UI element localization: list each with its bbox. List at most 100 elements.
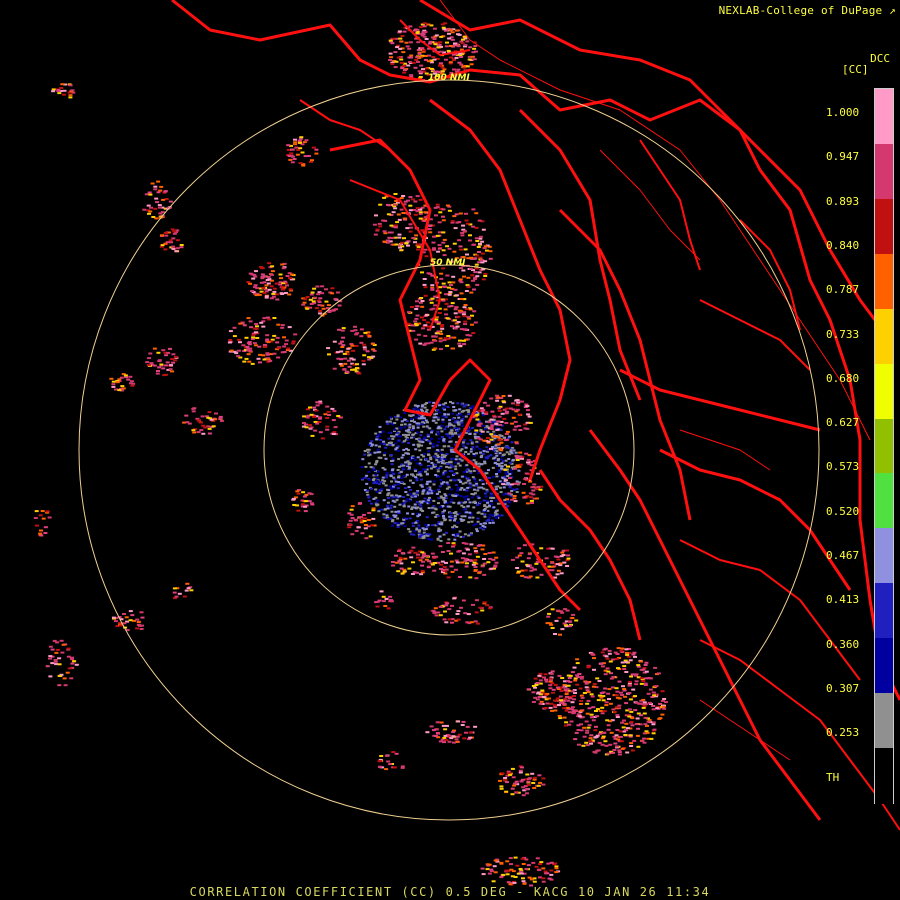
echo-pixel [418, 527, 421, 530]
echo-pixel [627, 708, 632, 711]
echo-pixel [379, 456, 383, 459]
echo-pixel [627, 692, 632, 694]
echo-pixel [454, 458, 458, 461]
echo-pixel [374, 444, 378, 447]
echo-pixel [407, 505, 411, 508]
echo-pixel [564, 693, 569, 696]
echo-pixel [397, 475, 401, 478]
echo-pixel [317, 301, 322, 303]
echo-pixel [492, 506, 496, 509]
echo-pixel [652, 728, 657, 731]
echo-pixel [139, 611, 144, 614]
echo-pixel [207, 432, 212, 435]
echo-pixel [128, 619, 133, 622]
radar-map[interactable] [0, 0, 900, 900]
echo-pixel [597, 680, 602, 682]
echo-pixel [660, 713, 665, 716]
echo-pixel [516, 401, 521, 404]
echo-pixel [497, 409, 502, 412]
echo-pixel [434, 463, 437, 466]
echo-pixel [274, 282, 279, 285]
echo-pixel [464, 451, 468, 453]
echo-pixel [420, 300, 425, 302]
echo-pixel [518, 451, 523, 454]
echo-pixel [53, 660, 58, 663]
echo-pixel [417, 52, 422, 55]
echo-pixel [389, 224, 394, 227]
echo-pixel [421, 421, 425, 424]
echo-pixel [414, 338, 419, 341]
echo-pixel [474, 226, 479, 229]
echo-pixel [450, 220, 455, 223]
echo-pixel [491, 551, 496, 554]
echo-pixel [440, 496, 444, 499]
coastline [171, 0, 900, 831]
echo-pixel [515, 556, 520, 559]
echo-pixel [404, 500, 408, 503]
echo-pixel [422, 425, 426, 428]
echo-pixel [445, 487, 449, 490]
echo-pixel [622, 665, 627, 668]
echo-pixel [56, 89, 61, 92]
echo-pixel [297, 141, 302, 144]
echo-pixel [191, 410, 196, 413]
echo-pixel [600, 706, 605, 709]
echo-pixel [443, 734, 448, 737]
echo-pixel [410, 418, 413, 420]
echo-pixel [514, 425, 519, 428]
echo-pixel [342, 368, 347, 371]
echo-pixel [364, 465, 368, 468]
echo-pixel [550, 561, 555, 564]
echo-pixel [634, 723, 639, 726]
echo-pixel [370, 440, 374, 443]
echo-pixel [622, 719, 626, 722]
echo-pixel [510, 787, 515, 790]
echo-pixel [399, 562, 404, 565]
echo-pixel [437, 497, 441, 500]
echo-pixel [499, 458, 503, 461]
echo-pixel [386, 501, 390, 504]
echo-pixel [459, 481, 462, 483]
echo-pixel [395, 46, 400, 49]
echo-pixel [547, 877, 552, 880]
echo-pixel [451, 735, 456, 738]
echo-pixel [455, 429, 459, 432]
credit-link[interactable]: NEXLAB-College of DuPage ↗ [719, 4, 896, 17]
echo-pixel [487, 421, 492, 424]
echo-pixel [435, 234, 440, 237]
echo-pixel [508, 407, 513, 410]
echo-pixel [445, 274, 450, 277]
echo-pixel [445, 245, 450, 248]
echo-pixel [466, 276, 471, 279]
echo-pixel [436, 46, 441, 49]
echo-pixel [420, 430, 424, 433]
echo-pixel [309, 413, 314, 416]
echo-pixel [437, 521, 441, 524]
echo-pixel [443, 458, 447, 461]
echo-pixel [544, 678, 548, 681]
echo-pixel [524, 472, 529, 475]
echo-pixel [480, 240, 485, 243]
echo-pixel [427, 440, 431, 443]
echo-pixel [163, 248, 168, 251]
echo-pixel [515, 408, 520, 411]
echo-pixel [309, 303, 314, 305]
echo-pixel [351, 358, 356, 361]
echo-pixel [484, 411, 489, 414]
echo-pixel [447, 538, 451, 541]
echo-pixel [624, 671, 629, 673]
echo-pixel [483, 553, 488, 555]
echo-pixel [427, 465, 431, 468]
echo-pixel [421, 560, 425, 563]
echo-pixel [375, 504, 379, 507]
echo-pixel [553, 683, 558, 686]
echo-pixel [426, 480, 430, 483]
echo-pixel [424, 500, 428, 503]
echo-pixel [276, 356, 281, 359]
echo-pixel [48, 655, 53, 658]
echo-pixel [403, 557, 408, 560]
echo-pixel [409, 415, 413, 417]
echo-pixel [411, 481, 415, 484]
echo-pixel [309, 293, 314, 296]
echo-pixel [386, 213, 391, 216]
